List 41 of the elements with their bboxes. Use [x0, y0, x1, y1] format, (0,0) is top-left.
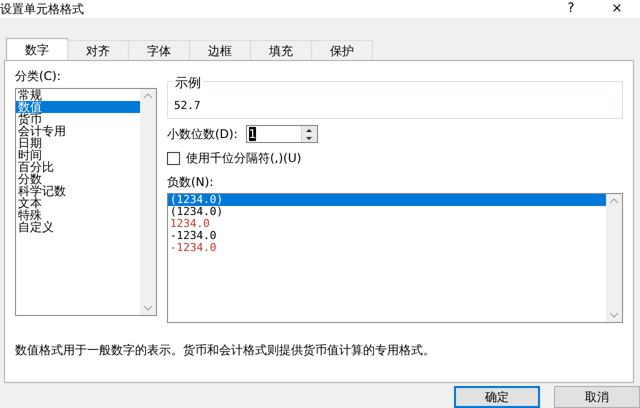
decimal-places-label: 小数位数(D): [167, 126, 238, 144]
negative-number-option[interactable]: (1234.0) [168, 194, 606, 206]
scroll-up-icon[interactable] [610, 198, 618, 204]
negative-number-option[interactable]: 1234.0 [168, 218, 606, 230]
tab[interactable]: 数字 [6, 38, 68, 60]
category-item[interactable]: 会计专用 [16, 125, 140, 138]
scroll-down-icon[interactable] [610, 313, 618, 318]
category-list[interactable]: 常规 数值 货币 会计专用 日期 时间 百分比 分数 科学记数 文本 特殊 自定义 [15, 88, 157, 316]
scroll-up-icon[interactable] [144, 93, 152, 98]
increment-button[interactable] [302, 127, 316, 134]
negative-number-option[interactable]: -1234.0 [168, 230, 606, 242]
checkbox-label: 使用千位分隔符(,)(U) [186, 150, 302, 168]
category-item[interactable]: 数值 [16, 101, 140, 114]
category-item[interactable]: 特殊 [16, 209, 140, 222]
negative-number-option[interactable]: -1234.0 [168, 242, 606, 254]
help-button[interactable]: ? [548, 0, 594, 18]
decrement-button[interactable] [302, 135, 316, 142]
dialog-button[interactable]: 确定 [454, 386, 540, 408]
negative-numbers-list[interactable]: (1234.0) (1234.0) 1234.0 -1234.0 -1234.0 [167, 193, 623, 324]
category-label: 分类(C): [15, 68, 62, 86]
category-item[interactable]: 时间 [16, 149, 140, 162]
close-button[interactable]: × [594, 0, 640, 18]
scroll-down-icon[interactable] [144, 306, 152, 312]
negative-number-option[interactable]: (1234.0) [168, 206, 606, 218]
decimal-places-spinner[interactable]: 1 [246, 125, 318, 144]
category-item[interactable]: 自定义 [16, 221, 140, 234]
category-item[interactable]: 常规 [16, 89, 140, 102]
category-item[interactable]: 百分比 [16, 161, 140, 174]
category-item[interactable]: 货币 [16, 113, 140, 126]
sample-value: 52.7 [174, 99, 200, 112]
tab[interactable]: 保护 [311, 40, 373, 60]
category-item[interactable]: 分数 [16, 173, 140, 186]
tab[interactable]: 对齐 [67, 40, 129, 60]
negative-numbers-label: 负数(N): [167, 174, 214, 192]
category-item[interactable]: 科学记数 [16, 185, 140, 198]
category-item[interactable]: 日期 [16, 137, 140, 150]
dialog-button[interactable]: 取消 [554, 386, 640, 408]
category-item[interactable]: 文本 [16, 197, 140, 210]
window-title: 设置单元格格式 [0, 1, 84, 18]
description-text: 数值格式用于一般数字的表示。货币和会计格式则提供货币值计算的专用格式。 [15, 342, 436, 360]
checkbox[interactable] [167, 152, 180, 165]
